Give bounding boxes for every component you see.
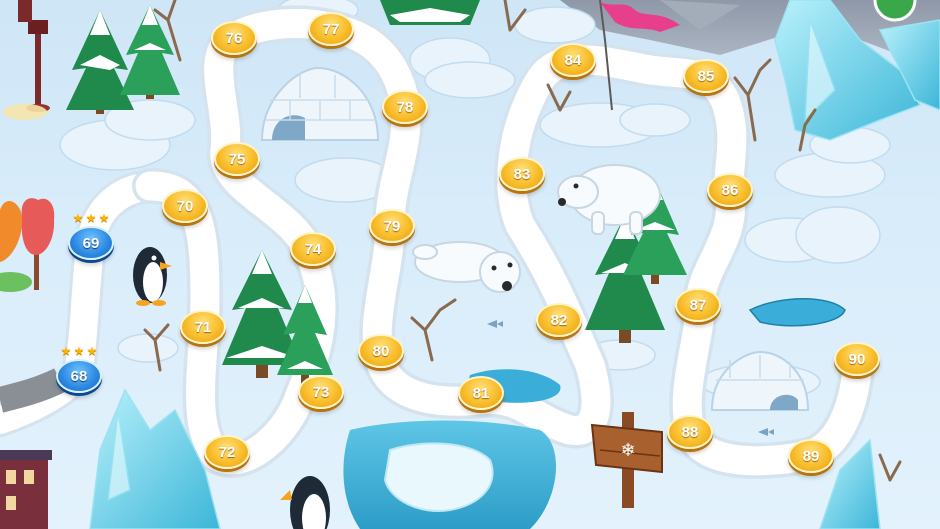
star-icon: ★ xyxy=(98,211,110,225)
level-node-77[interactable]: 77 xyxy=(308,12,354,46)
level-stars: ★ ★ ★ xyxy=(56,344,102,358)
level-node-84[interactable]: 84 xyxy=(550,43,596,77)
level-node-76[interactable]: 76 xyxy=(211,21,257,55)
building xyxy=(0,450,52,529)
star-icon: ★ xyxy=(85,211,97,225)
level-node-73[interactable]: 73 xyxy=(298,375,344,409)
level-node-70[interactable]: 70 xyxy=(162,189,208,223)
level-map[interactable]: ❄ 68 ★ ★ ★ 69 ★ ★ ★ 70 71 72 73 74 75 76 77 78 79 80 81 82 83… xyxy=(0,0,940,529)
level-node-82[interactable]: 82 xyxy=(536,303,582,337)
autumn-trees xyxy=(0,198,55,292)
star-icon: ★ xyxy=(60,344,72,358)
level-node-79[interactable]: 79 xyxy=(369,209,415,243)
level-node-80[interactable]: 80 xyxy=(358,334,404,368)
star-icon: ★ xyxy=(86,344,98,358)
level-node-74[interactable]: 74 xyxy=(290,232,336,266)
level-node-72[interactable]: 72 xyxy=(204,435,250,469)
svg-text:❄: ❄ xyxy=(620,440,635,461)
level-node-90[interactable]: 90 xyxy=(834,342,880,376)
lamp-posts xyxy=(3,0,50,120)
level-node-89[interactable]: 89 xyxy=(788,439,834,473)
level-node-78[interactable]: 78 xyxy=(382,90,428,124)
star-icon: ★ xyxy=(73,344,85,358)
level-node-88[interactable]: 88 xyxy=(667,415,713,449)
star-icon: ★ xyxy=(72,211,84,225)
polar-bear-lying xyxy=(412,241,521,293)
level-node-83[interactable]: 83 xyxy=(499,157,545,191)
igloo-small xyxy=(710,350,810,411)
level-node-69[interactable]: 69 xyxy=(68,226,114,260)
penguin xyxy=(133,247,172,306)
level-node-68[interactable]: 68 xyxy=(56,359,102,393)
igloo xyxy=(260,66,380,141)
level-node-86[interactable]: 86 xyxy=(707,173,753,207)
level-node-81[interactable]: 81 xyxy=(458,376,504,410)
level-node-75[interactable]: 75 xyxy=(214,142,260,176)
level-stars: ★ ★ ★ xyxy=(68,211,114,225)
level-node-85[interactable]: 85 xyxy=(683,59,729,93)
penguin-bottom xyxy=(280,476,330,529)
level-node-87[interactable]: 87 xyxy=(675,288,721,322)
level-node-71[interactable]: 71 xyxy=(180,310,226,344)
snowflake-signpost-icon: ❄ xyxy=(590,412,663,508)
